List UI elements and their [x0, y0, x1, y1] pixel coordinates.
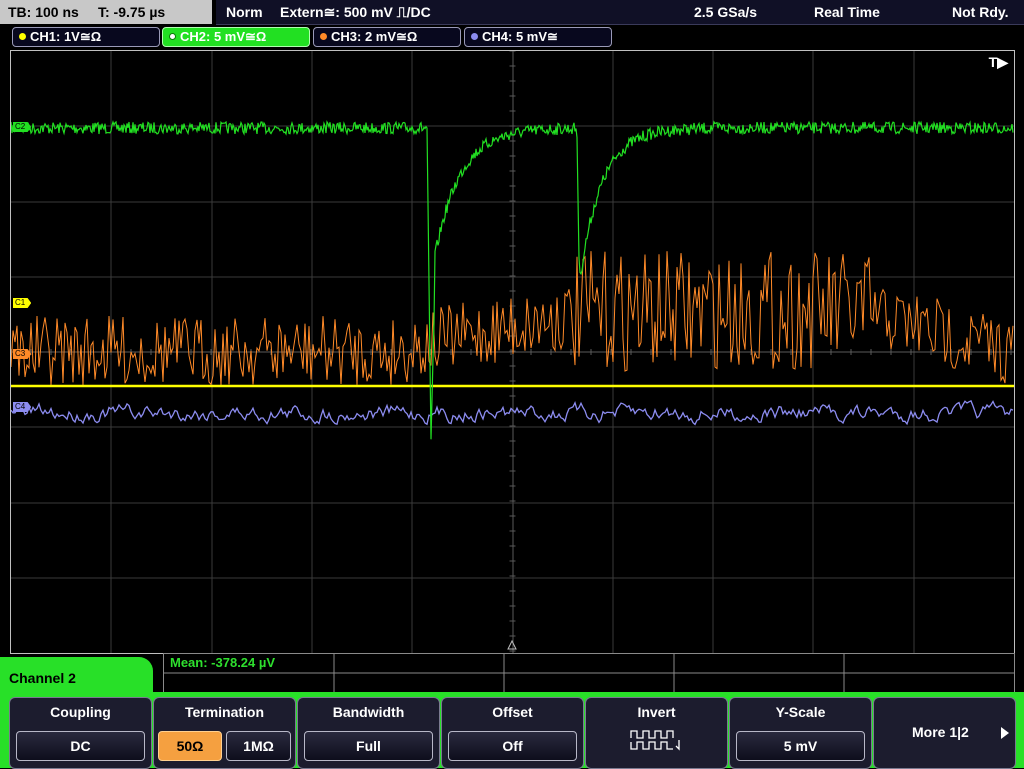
yscale-value[interactable]: 5 mV [736, 731, 865, 761]
channel-tab-ch4[interactable]: CH4: 5 mV≅ [464, 27, 612, 47]
trigger-mode-label[interactable]: Norm [226, 0, 263, 24]
trigger-source-label[interactable]: Extern≅: 500 mV ⎍/DC [280, 0, 431, 24]
trigger-time-label: T: -9.75 µs [98, 4, 166, 20]
trigger-marker-icon: T▶ [988, 54, 1008, 70]
more-label: More 1|2 [912, 724, 969, 740]
next-page-arrow-icon [1001, 727, 1009, 739]
ch4-level-marker[interactable]: C4 [13, 402, 32, 412]
ch2-dot-icon [169, 33, 176, 40]
coupling-softkey[interactable]: Coupling DC [9, 697, 152, 769]
more-softkey[interactable]: More 1|2 [873, 697, 1016, 769]
ch3-label: CH3: 2 mV≅Ω [331, 29, 418, 44]
waveform-canvas [11, 51, 1014, 653]
invert-label: Invert [637, 704, 676, 720]
measurement-panel: Mean: -378.24 µV [163, 653, 1015, 693]
channel-menu-title: Channel 2 [0, 657, 153, 699]
ch2-label: CH2: 5 mV≅Ω [180, 29, 267, 44]
offset-label: Offset [492, 704, 533, 720]
coupling-label: Coupling [50, 704, 111, 720]
coupling-value[interactable]: DC [16, 731, 145, 761]
trigger-position-icon [507, 639, 517, 650]
timebase-label: TB: 100 ns [8, 4, 79, 20]
offset-value[interactable]: Off [448, 731, 577, 761]
timebase-box[interactable]: TB: 100 ns T: -9.75 µs [0, 0, 212, 24]
channel-menu-label: Channel 2 [9, 670, 76, 686]
invert-softkey[interactable]: Invert [585, 697, 728, 769]
ch3-level-marker[interactable]: C3 [13, 349, 32, 359]
measurement-grid [164, 654, 1014, 692]
channel-tab-ch3[interactable]: CH3: 2 mV≅Ω [313, 27, 461, 47]
bandwidth-softkey[interactable]: Bandwidth Full [297, 697, 440, 769]
ch4-label: CH4: 5 mV≅ [482, 29, 558, 44]
ch2-trace [11, 120, 1014, 440]
ch4-dot-icon [471, 33, 478, 40]
invert-waveform-icon [630, 730, 680, 751]
termination-1mohm-option[interactable]: 1MΩ [226, 731, 291, 761]
acquisition-status-row: Norm Extern≅: 500 mV ⎍/DC 2.5 GSa/s Real… [216, 0, 1024, 25]
termination-softkey[interactable]: Termination 50Ω 1MΩ [153, 697, 296, 769]
waveform-display[interactable]: T▶ C2 C1 C3 C4 [10, 50, 1015, 654]
termination-label: Termination [184, 704, 265, 720]
channel-tab-ch1[interactable]: CH1: 1V≅Ω [12, 27, 160, 47]
bandwidth-value[interactable]: Full [304, 731, 433, 761]
ch4-trace [11, 400, 1014, 426]
bandwidth-label: Bandwidth [332, 704, 405, 720]
sample-rate-label: 2.5 GSa/s [694, 4, 758, 20]
yscale-label: Y-Scale [775, 704, 826, 720]
ch3-dot-icon [320, 33, 327, 40]
ch1-dot-icon [19, 33, 26, 40]
termination-50ohm-option[interactable]: 50Ω [158, 731, 222, 761]
run-state-label: Not Rdy. [952, 4, 1009, 20]
acquisition-mode-label: Real Time [814, 4, 880, 20]
yscale-softkey[interactable]: Y-Scale 5 mV [729, 697, 872, 769]
channel-tab-ch2[interactable]: CH2: 5 mV≅Ω [162, 27, 310, 47]
ch3-trace [11, 251, 1014, 386]
ch2-level-marker[interactable]: C2 [13, 122, 32, 132]
ch1-level-marker[interactable]: C1 [13, 298, 32, 308]
offset-softkey[interactable]: Offset Off [441, 697, 584, 769]
ch1-label: CH1: 1V≅Ω [30, 29, 102, 44]
